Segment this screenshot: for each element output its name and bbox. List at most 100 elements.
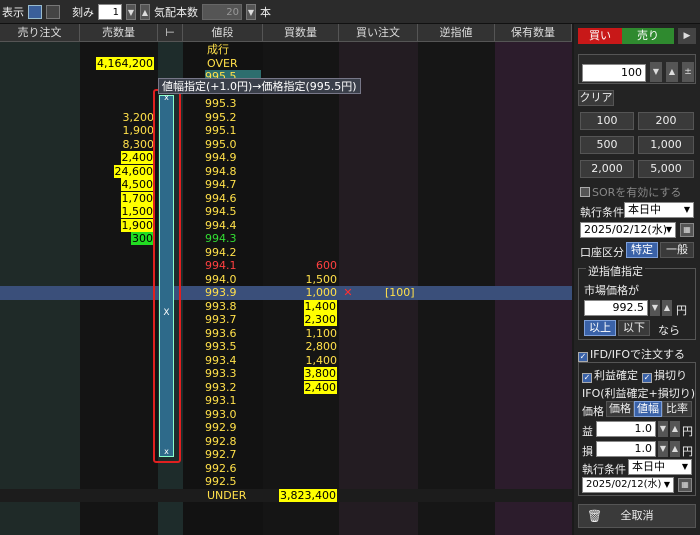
board-row[interactable]: 8,300 995.0 xyxy=(0,138,572,152)
tick-up-icon[interactable]: ▲ xyxy=(140,3,150,20)
price-cell[interactable]: 992.5 xyxy=(183,475,263,489)
split-view-button[interactable] xyxy=(46,4,60,19)
price-cell[interactable]: 994.1 xyxy=(183,259,263,273)
ratio-mode-button[interactable]: 比率 xyxy=(662,401,692,417)
loss-range-input[interactable]: 1.0 xyxy=(596,441,656,457)
board-row[interactable]: 3,200 995.2 xyxy=(0,111,572,125)
board-row[interactable]: 2,400 994.9 xyxy=(0,151,572,165)
range-mode-button[interactable]: 値幅 xyxy=(634,401,662,417)
profit-down-icon[interactable]: ▼ xyxy=(658,421,668,437)
board-row[interactable]: 1,700 994.6 xyxy=(0,191,572,206)
price-cell[interactable]: OVER xyxy=(183,57,263,71)
ifd-checkbox[interactable]: ✓ IFD/IFOで注文する xyxy=(578,346,685,362)
price-cell[interactable]: 993.4 xyxy=(183,354,263,368)
price-cell[interactable]: 994.2 xyxy=(183,246,263,260)
board-row[interactable]: 993.4 1,400 xyxy=(0,354,572,368)
board-row[interactable]: 992.9 xyxy=(0,421,572,435)
board-row[interactable]: 4,164,200 OVER xyxy=(0,56,572,71)
price-cell[interactable]: 成行 xyxy=(183,43,263,57)
board-row[interactable]: 992.5 xyxy=(0,475,572,489)
board-row[interactable]: 1,900 994.4 xyxy=(0,218,572,233)
single-view-button[interactable] xyxy=(28,4,42,19)
drag-bar[interactable] xyxy=(159,95,174,457)
calendar-icon[interactable]: ▦ xyxy=(678,478,692,492)
board-row[interactable]: 1,900 995.1 xyxy=(0,124,572,138)
price-cell[interactable]: 993.0 xyxy=(183,408,263,422)
sell-tab[interactable]: 売り xyxy=(622,28,674,44)
price-cell[interactable]: 995.3 xyxy=(183,97,263,111)
price-cell[interactable]: 993.2 xyxy=(183,381,263,395)
board-row[interactable]: 993.5 2,800 xyxy=(0,340,572,354)
clear-button[interactable]: クリア xyxy=(578,90,614,106)
profit-up-icon[interactable]: ▲ xyxy=(670,421,680,437)
cancel-order-icon[interactable]: ✕ xyxy=(341,286,355,300)
price-cell[interactable]: 993.5 xyxy=(183,340,263,354)
profit-checkbox[interactable]: ✓ 利益確定 xyxy=(582,367,638,383)
price-cell[interactable]: 994.4 xyxy=(183,219,263,233)
board-row[interactable]: 993.1 xyxy=(0,394,572,408)
price-cell[interactable]: 994.7 xyxy=(183,178,263,192)
board-row[interactable]: 993.0 xyxy=(0,408,572,422)
board-row[interactable]: 994.0 1,500 xyxy=(0,273,572,287)
header-sort-icon[interactable]: ⊢ xyxy=(158,24,183,42)
price-cell[interactable]: 992.6 xyxy=(183,462,263,476)
qty-2000-button[interactable]: 2,000 xyxy=(580,160,634,178)
price-cell[interactable]: 995.1 xyxy=(183,124,263,138)
buy-order-cell[interactable]: [100] xyxy=(385,286,425,300)
loss-checkbox[interactable]: ✓ 損切り xyxy=(642,367,687,383)
buy-tab[interactable]: 買い xyxy=(578,28,622,44)
price-mode-button[interactable]: 価格 xyxy=(606,401,634,417)
board-row[interactable]: 1,500 994.5 xyxy=(0,205,572,219)
board-row[interactable]: 24,600 994.8 xyxy=(0,164,572,179)
tick-input[interactable]: 1 xyxy=(98,3,122,20)
price-cell[interactable]: 992.9 xyxy=(183,421,263,435)
price-cell[interactable]: UNDER xyxy=(183,489,263,503)
board-row[interactable]: 993.6 1,100 xyxy=(0,327,572,341)
price-cell[interactable]: 993.8 xyxy=(183,300,263,314)
loss-down-icon[interactable]: ▼ xyxy=(658,441,668,457)
profit-range-input[interactable]: 1.0 xyxy=(596,421,656,437)
price-cell[interactable]: 994.3 xyxy=(183,232,263,246)
board-row[interactable]: 993.9 1,000 ✕ [100] xyxy=(0,286,572,300)
price-cell[interactable]: 995.2 xyxy=(183,111,263,125)
exec-select-2[interactable]: 本日中 ▼ xyxy=(628,459,692,475)
price-cell[interactable]: 993.9 xyxy=(183,286,263,300)
qty-500-button[interactable]: 500 xyxy=(580,136,634,154)
board-row[interactable]: 992.6 xyxy=(0,462,572,476)
board-row[interactable]: 995.3 xyxy=(0,97,572,111)
price-cell[interactable]: 993.7 xyxy=(183,313,263,327)
board-row[interactable]: 992.8 xyxy=(0,435,572,449)
date-select-2[interactable]: 2025/02/12(水) ▼ xyxy=(582,477,674,493)
price-cell[interactable]: 993.6 xyxy=(183,327,263,341)
board-row[interactable]: 993.3 3,800 xyxy=(0,367,572,381)
cancel-all-button[interactable]: 🗑 全取消 xyxy=(578,504,696,528)
loss-up-icon[interactable]: ▲ xyxy=(670,441,680,457)
qty-up-icon[interactable]: ▲ xyxy=(666,62,678,82)
price-cell[interactable]: 994.8 xyxy=(183,165,263,179)
exec-select[interactable]: 本日中 ▼ xyxy=(624,202,694,218)
board-row[interactable]: 993.8 1,400 xyxy=(0,299,572,314)
board-row[interactable]: 成行 xyxy=(0,43,572,57)
ippan-button[interactable]: 一般 xyxy=(660,242,694,258)
board-row[interactable]: UNDER 3,823,400 xyxy=(0,488,572,503)
date-select[interactable]: 2025/02/12(水) ▼ xyxy=(580,222,676,238)
price-cell[interactable]: 992.7 xyxy=(183,448,263,462)
tokutei-button[interactable]: 特定 xyxy=(626,242,658,258)
ijou-button[interactable]: 以上 xyxy=(584,320,616,336)
board-row[interactable]: 993.7 2,300 xyxy=(0,313,572,327)
stop-price-input[interactable]: 992.5 xyxy=(584,300,648,316)
price-cell[interactable]: 995.0 xyxy=(183,138,263,152)
price-cell[interactable]: 994.6 xyxy=(183,192,263,206)
board-row[interactable]: 994.2 xyxy=(0,246,572,260)
qty-adjust-icon[interactable]: ± xyxy=(682,62,694,82)
ika-button[interactable]: 以下 xyxy=(618,320,650,336)
stop-up-icon[interactable]: ▲ xyxy=(662,300,672,316)
qty-5000-button[interactable]: 5,000 xyxy=(638,160,694,178)
qty-200-button[interactable]: 200 xyxy=(638,112,694,130)
board-row[interactable]: 4,500 994.7 xyxy=(0,178,572,192)
price-cell[interactable]: 994.9 xyxy=(183,151,263,165)
price-cell[interactable]: 993.3 xyxy=(183,367,263,381)
qty-down-icon[interactable]: ▼ xyxy=(650,62,662,82)
qty-input[interactable]: 100 xyxy=(582,64,646,82)
price-cell[interactable]: 993.1 xyxy=(183,394,263,408)
